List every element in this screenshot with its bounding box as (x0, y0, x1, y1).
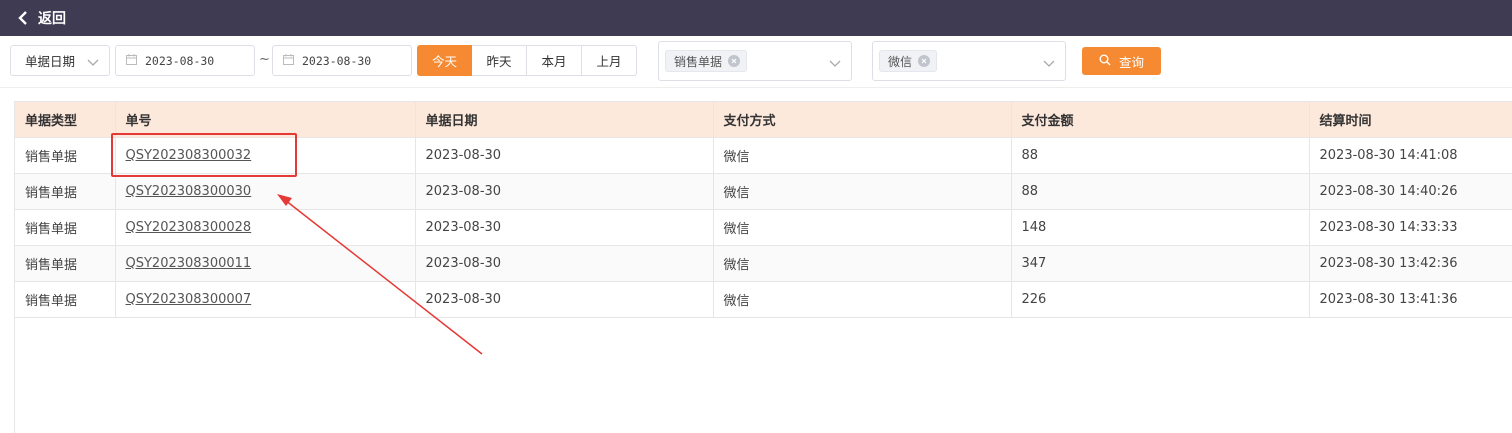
query-button-label: 查询 (1118, 54, 1144, 70)
results-table: 单据类型 单号 单据日期 支付方式 支付金额 结算时间 销售单据 QSY2023… (14, 101, 1512, 433)
cell-pay-amount: 347 (1011, 245, 1310, 282)
cell-settle-time: 2023-08-30 13:41:36 (1309, 281, 1512, 318)
search-icon (1099, 54, 1111, 69)
cell-pay-amount: 88 (1011, 137, 1310, 174)
table-row: 销售单据 QSY202308300030 2023-08-30 微信 88 20… (15, 173, 1512, 210)
top-bar: 返回 (0, 0, 1512, 36)
start-date-input[interactable]: 2023-08-30 (115, 45, 255, 76)
col-header-pay-amount[interactable]: 支付金额 (1011, 101, 1310, 138)
doc-type-tag: 销售单据 (665, 50, 748, 72)
table-row: 销售单据 QSY202308300011 2023-08-30 微信 347 2… (15, 245, 1512, 282)
cell-pay-amount: 88 (1011, 173, 1310, 210)
chevron-down-icon (87, 55, 99, 70)
order-no-link[interactable]: QSY202308300032 (126, 148, 252, 163)
cell-doc-type: 销售单据 (15, 137, 116, 174)
table-row: 销售单据 QSY202308300028 2023-08-30 微信 148 2… (15, 209, 1512, 246)
pay-method-tag: 微信 (879, 50, 938, 72)
cell-doc-type: 销售单据 (15, 245, 116, 282)
cell-order-no: QSY202308300011 (115, 245, 416, 282)
cell-doc-date: 2023-08-30 (415, 245, 714, 282)
date-range-separator: ~ (259, 52, 270, 67)
col-header-settle-time[interactable]: 结算时间 (1309, 101, 1512, 138)
cell-order-no: QSY202308300030 (115, 173, 416, 210)
table-row: 销售单据 QSY202308300032 2023-08-30 微信 88 20… (15, 137, 1512, 174)
cell-order-no: QSY202308300032 (115, 137, 416, 174)
col-header-doc-type[interactable]: 单据类型 (15, 101, 116, 138)
col-header-order-no[interactable]: 单号 (115, 101, 416, 138)
calendar-icon (126, 53, 137, 68)
cell-pay-method: 微信 (713, 281, 1012, 318)
cell-doc-date: 2023-08-30 (415, 173, 714, 210)
cell-settle-time: 2023-08-30 14:41:08 (1309, 137, 1512, 174)
cell-doc-date: 2023-08-30 (415, 281, 714, 318)
cell-pay-amount: 226 (1011, 281, 1310, 318)
cell-settle-time: 2023-08-30 14:33:33 (1309, 209, 1512, 246)
cell-doc-date: 2023-08-30 (415, 209, 714, 246)
order-no-link[interactable]: QSY202308300030 (126, 184, 252, 199)
date-type-select[interactable]: 单据日期 (10, 45, 110, 76)
cell-pay-method: 微信 (713, 245, 1012, 282)
chevron-down-icon (829, 57, 841, 72)
quick-this-month-button[interactable]: 本月 (527, 45, 582, 76)
doc-type-select[interactable]: 销售单据 (658, 41, 852, 81)
cell-settle-time: 2023-08-30 14:40:26 (1309, 173, 1512, 210)
col-header-doc-date[interactable]: 单据日期 (415, 101, 714, 138)
quick-date-group: 今天 昨天 本月 上月 (417, 45, 637, 76)
close-icon[interactable] (728, 55, 741, 67)
cell-pay-amount: 148 (1011, 209, 1310, 246)
cell-pay-method: 微信 (713, 209, 1012, 246)
end-date-value: 2023-08-30 (302, 53, 372, 68)
cell-settle-time: 2023-08-30 13:42:36 (1309, 245, 1512, 282)
cell-doc-type: 销售单据 (15, 281, 116, 318)
cell-doc-type: 销售单据 (15, 173, 116, 210)
order-no-link[interactable]: QSY202308300007 (126, 292, 252, 307)
cell-order-no: QSY202308300007 (115, 281, 416, 318)
chevron-down-icon (1043, 57, 1055, 72)
back-button[interactable]: 返回 (38, 8, 66, 28)
table-header-row: 单据类型 单号 单据日期 支付方式 支付金额 结算时间 (15, 101, 1512, 138)
table-row: 销售单据 QSY202308300007 2023-08-30 微信 226 2… (15, 281, 1512, 318)
doc-type-tag-label: 销售单据 (674, 54, 723, 69)
close-icon[interactable] (918, 55, 931, 67)
quick-yesterday-button[interactable]: 昨天 (472, 45, 527, 76)
cell-pay-method: 微信 (713, 173, 1012, 210)
pay-method-select[interactable]: 微信 (872, 41, 1066, 81)
query-button[interactable]: 查询 (1082, 47, 1161, 75)
cell-pay-method: 微信 (713, 137, 1012, 174)
start-date-value: 2023-08-30 (145, 53, 215, 68)
cell-doc-date: 2023-08-30 (415, 137, 714, 174)
calendar-icon (283, 53, 294, 68)
col-header-pay-method[interactable]: 支付方式 (713, 101, 1012, 138)
quick-today-button[interactable]: 今天 (417, 45, 472, 76)
order-no-link[interactable]: QSY202308300011 (126, 256, 252, 271)
quick-last-month-button[interactable]: 上月 (582, 45, 637, 76)
chevron-left-icon[interactable] (16, 11, 30, 25)
cell-order-no: QSY202308300028 (115, 209, 416, 246)
order-no-link[interactable]: QSY202308300028 (126, 220, 252, 235)
cell-doc-type: 销售单据 (15, 209, 116, 246)
filter-bar: 单据日期 2023-08-30 ~ 2023-08-30 今天 昨天 本月 上月… (0, 36, 1512, 88)
date-type-value: 单据日期 (25, 54, 76, 69)
end-date-input[interactable]: 2023-08-30 (272, 45, 412, 76)
pay-method-tag-label: 微信 (888, 54, 913, 69)
